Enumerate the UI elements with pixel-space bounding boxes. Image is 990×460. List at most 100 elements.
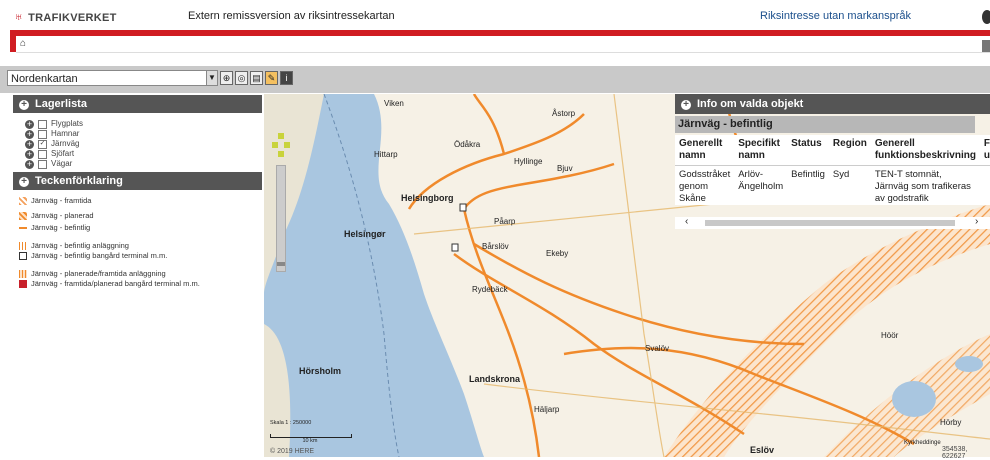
place-label: Hyllinge — [514, 157, 543, 166]
legend-item: Järnväg - befintlig anläggning — [13, 241, 262, 251]
place-label: Bjuv — [557, 164, 573, 173]
place-label: Hörsholm — [299, 366, 341, 376]
plus-icon: + — [681, 100, 691, 110]
legend-header[interactable]: + Teckenförklaring — [13, 172, 262, 190]
place-label: Viken — [384, 99, 404, 108]
background-map-select[interactable]: Nordenkartan — [7, 70, 217, 86]
layer-checkbox[interactable] — [38, 159, 47, 169]
legend-label: Järnväg - befintlig — [31, 223, 91, 232]
layer-label: Flygplats — [51, 119, 84, 128]
collapse-button[interactable] — [982, 40, 990, 52]
legend-title: Teckenförklaring — [35, 175, 123, 187]
horizontal-scrollbar[interactable]: ‹ › — [675, 216, 990, 229]
place-label: Rydebäck — [472, 285, 509, 294]
place-label: Hörby — [940, 418, 961, 427]
legend-item: Järnväg - framtida — [13, 196, 262, 206]
place-label: Landskrona — [469, 374, 521, 384]
layer-label: Vägar — [51, 159, 73, 168]
expand-icon[interactable]: + — [25, 129, 34, 139]
table-cell: TEN-T stomnät, Järnväg som trafikeras av… — [870, 165, 980, 208]
zoom-slider[interactable] — [276, 165, 286, 272]
layer-checkbox[interactable] — [38, 119, 47, 129]
pan-control[interactable] — [272, 133, 290, 157]
print-icon[interactable]: ▤ — [250, 71, 263, 85]
expand-icon[interactable]: + — [25, 119, 34, 129]
help-icon[interactable] — [982, 10, 990, 24]
legend-item: Järnväg - planerade/framtida anläggning — [13, 269, 262, 279]
legend-item: Järnväg - planerad — [13, 211, 262, 221]
zoom-icon[interactable]: ⊕ — [220, 71, 233, 85]
column-header: Status — [791, 138, 822, 149]
table-row[interactable]: Godsstråket genom Skåne Arlöv-Ängelholm … — [675, 165, 990, 208]
table-cell: Godsstråket genom Skåne — [675, 165, 735, 208]
place-label: Hittarp — [374, 150, 398, 159]
scroll-thumb[interactable] — [705, 220, 955, 226]
table-cell — [979, 165, 990, 208]
legend-item: Järnväg - framtida/planerad bangård term… — [13, 279, 262, 289]
facility-planned-icon — [19, 270, 27, 278]
layer-item-sjofart[interactable]: + Sjöfart — [13, 149, 262, 159]
layer-item-flygplats[interactable]: + Flygplats — [13, 119, 262, 129]
scale-label: Skala 1 : 250000 — [270, 420, 312, 426]
layer-item-vagar[interactable]: + Vägar — [13, 159, 262, 169]
place-label: Kyrkheddinge — [904, 440, 941, 446]
table-cell: Syd — [828, 165, 871, 208]
info-panel-header[interactable]: + Info om valda objekt — [675, 94, 990, 114]
trafikverket-logo[interactable]: ♅ TRAFIKVERKET — [14, 9, 117, 24]
riksintresse-link[interactable]: Riksintresse utan markanspråk — [760, 10, 911, 22]
layer-checkbox[interactable] — [38, 149, 47, 159]
logo-text: TRAFIKVERKET — [28, 12, 117, 24]
line-orange-icon — [19, 227, 27, 229]
expand-icon[interactable]: + — [25, 149, 34, 159]
legend-label: Järnväg - planerad — [31, 211, 94, 220]
measure-icon[interactable]: ◎ — [235, 71, 248, 85]
attribute-table: Generellt namn Specifikt namn Status Reg… — [675, 135, 990, 208]
place-label: Helsingør — [344, 229, 386, 239]
home-icon[interactable]: ⌂ — [20, 38, 26, 49]
place-label: Svalöv — [645, 344, 669, 353]
layer-item-jarnvag[interactable]: + ✓ Järnväg — [13, 139, 262, 149]
layer-list-header[interactable]: + Lagerlista — [13, 95, 262, 113]
layer-checkbox-checked[interactable]: ✓ — [38, 139, 47, 149]
legend-item: Järnväg - befintlig bangård terminal m.m… — [13, 251, 262, 261]
station-marker[interactable] — [451, 243, 459, 252]
lake — [955, 356, 983, 372]
info-panel-title: Info om valda objekt — [697, 98, 804, 110]
facility-icon — [19, 242, 27, 250]
legend-label: Järnväg - befintlig anläggning — [31, 241, 129, 250]
layer-label: Järnväg — [51, 139, 80, 148]
column-header: Specifikt namn — [738, 138, 780, 161]
legend-item: Järnväg - befintlig — [13, 223, 262, 233]
top-header: ♅ TRAFIKVERKET Extern remissversion av ri… — [0, 0, 990, 30]
breadcrumb: ⌂ — [16, 36, 990, 53]
info-panel-subtitle: Järnväg - befintlig — [675, 116, 975, 133]
plus-icon: + — [19, 177, 29, 187]
zoom-thumb[interactable] — [277, 262, 285, 266]
left-panel: + Lagerlista + Flygplats + Hamnar + ✓ Järnväg… — [13, 95, 262, 312]
legend-label: Järnväg - befintlig bangård terminal m.m… — [31, 251, 168, 260]
column-header: Framtida utveckling — [983, 138, 990, 161]
chevron-left-icon[interactable]: ‹ — [685, 216, 688, 227]
scale-bar-label: 10 km — [302, 438, 318, 444]
place-label: Helsingborg — [401, 193, 454, 203]
expand-icon[interactable]: + — [25, 159, 34, 169]
expand-icon[interactable]: + — [25, 139, 34, 149]
draw-icon[interactable]: ✎ — [265, 71, 278, 85]
column-header: Region — [832, 138, 867, 149]
chevron-down-icon[interactable]: ▼ — [206, 70, 218, 86]
terminal-planned-icon — [19, 280, 27, 288]
layer-label: Sjöfart — [51, 149, 75, 158]
layer-checkbox[interactable] — [38, 129, 47, 139]
layer-item-hamnar[interactable]: + Hamnar — [13, 129, 262, 139]
coordinate-readout: 354538, 622627 — [942, 446, 968, 460]
table-cell: Befintlig — [787, 165, 829, 208]
chevron-right-icon[interactable]: › — [975, 216, 978, 227]
info-icon[interactable]: i — [280, 71, 293, 85]
place-label: Bårslöv — [482, 242, 509, 251]
scale-indicator: Skala 1 : 250000 10 km — [270, 420, 360, 448]
pan-arrows-icon — [272, 133, 290, 157]
lake — [892, 381, 936, 417]
column-header: Generellt namn — [679, 138, 723, 161]
station-marker[interactable] — [459, 203, 467, 212]
table-header-row: Generellt namn Specifikt namn Status Reg… — [675, 135, 990, 166]
